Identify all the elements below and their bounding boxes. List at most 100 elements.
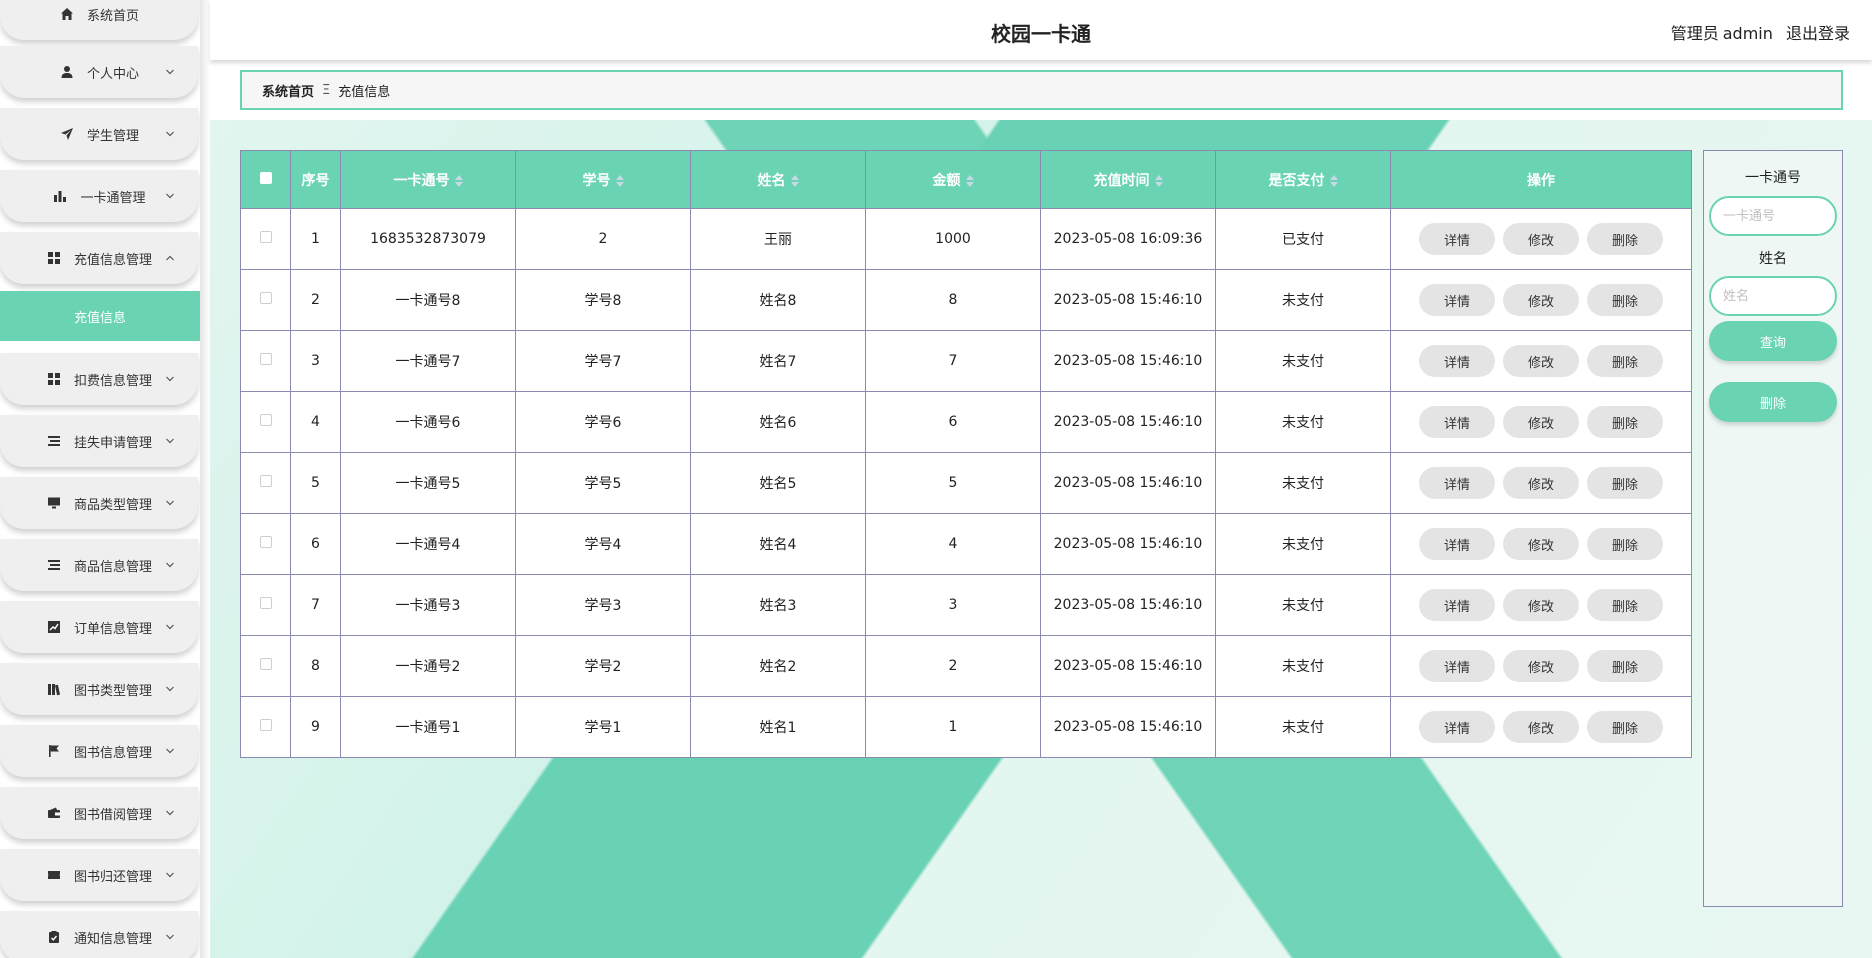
delete-button[interactable]: 删除 <box>1587 223 1663 255</box>
user-role: 管理员 <box>1670 24 1719 43</box>
edit-button[interactable]: 修改 <box>1503 223 1579 255</box>
row-select-cell[interactable] <box>240 574 291 636</box>
detail-button[interactable]: 详情 <box>1419 467 1495 499</box>
cell-name: 姓名1 <box>690 696 866 758</box>
row-checkbox[interactable] <box>259 658 272 670</box>
delete-button[interactable]: 删除 <box>1587 528 1663 560</box>
user-area: 管理员 admin 退出登录 <box>1663 20 1850 44</box>
header-amount[interactable]: 金额 <box>865 150 1041 209</box>
row-checkbox[interactable] <box>259 475 272 487</box>
sort-icon[interactable] <box>1154 174 1163 187</box>
sidebar-item-5[interactable]: 扣费信息管理 <box>0 353 198 405</box>
row-select-cell[interactable] <box>240 452 291 514</box>
cell-amount: 3 <box>865 574 1041 636</box>
delete-button[interactable]: 删除 <box>1587 711 1663 743</box>
edit-button[interactable]: 修改 <box>1503 345 1579 377</box>
sort-icon[interactable] <box>1329 174 1338 187</box>
sort-icon[interactable] <box>615 174 624 187</box>
edit-button[interactable]: 修改 <box>1503 406 1579 438</box>
sort-icon[interactable] <box>790 174 799 187</box>
sort-icon[interactable] <box>965 174 974 187</box>
header-recharge-time[interactable]: 充值时间 <box>1040 150 1216 209</box>
header-recharge-time-label: 充值时间 <box>1093 172 1150 189</box>
row-select-cell[interactable] <box>240 513 291 575</box>
row-checkbox[interactable] <box>259 292 272 304</box>
user-name: admin <box>1722 24 1773 43</box>
header-student-no[interactable]: 学号 <box>515 150 691 209</box>
sidebar-item-0[interactable]: 系统首页 <box>0 0 198 40</box>
sidebar-item-3[interactable]: 一卡通管理 <box>0 170 198 222</box>
send-icon <box>59 126 75 142</box>
row-select-cell[interactable] <box>240 391 291 453</box>
row-select-cell[interactable] <box>240 208 291 270</box>
sidebar-item-9[interactable]: 订单信息管理 <box>0 601 198 653</box>
breadcrumb-home[interactable]: 系统首页 <box>262 81 314 100</box>
header-name[interactable]: 姓名 <box>690 150 866 209</box>
sort-icon[interactable] <box>454 174 463 187</box>
delete-button[interactable]: 删除 <box>1587 284 1663 316</box>
table-row: 7 一卡通号3 学号3 姓名3 3 2023-05-08 15:46:10 未支付 详情 修改删… <box>240 574 1692 636</box>
sidebar-item-14[interactable]: 通知信息管理 <box>0 911 198 958</box>
sidebar-item-2[interactable]: 学生管理 <box>0 108 198 160</box>
sidebar-item-11[interactable]: 图书信息管理 <box>0 725 198 777</box>
row-checkbox[interactable] <box>259 536 272 548</box>
batch-delete-button[interactable]: 删除 <box>1709 382 1837 422</box>
table-row: 8 一卡通号2 学号2 姓名2 2 2023-05-08 15:46:10 未支付 详情 修改删… <box>240 635 1692 697</box>
sidebar-item-7[interactable]: 商品类型管理 <box>0 477 198 529</box>
cell-actions: 详情 修改 删除 <box>1390 513 1692 575</box>
row-select-cell[interactable] <box>240 330 291 392</box>
select-all-checkbox[interactable] <box>259 171 272 184</box>
delete-button[interactable]: 删除 <box>1587 345 1663 377</box>
edit-button[interactable]: 修改 <box>1503 589 1579 621</box>
query-button[interactable]: 查询 <box>1709 321 1837 361</box>
cell-index: 3 <box>290 330 341 392</box>
row-checkbox[interactable] <box>259 719 272 731</box>
sidebar-item-4[interactable]: 充值信息管理 <box>0 232 198 284</box>
sidebar-subitem-recharge-info[interactable]: 充值信息 <box>0 291 200 341</box>
sidebar-item-label: 通知信息管理 <box>73 931 152 947</box>
detail-button[interactable]: 详情 <box>1419 589 1495 621</box>
detail-button[interactable]: 详情 <box>1419 223 1495 255</box>
delete-button[interactable]: 删除 <box>1587 467 1663 499</box>
edit-button[interactable]: 修改 <box>1503 467 1579 499</box>
table-row: 5 一卡通号5 学号5 姓名5 5 2023-05-08 15:46:10 未支付 详情 修改删… <box>240 452 1692 514</box>
detail-button[interactable]: 详情 <box>1419 711 1495 743</box>
detail-button[interactable]: 详情 <box>1419 528 1495 560</box>
row-checkbox[interactable] <box>259 231 272 243</box>
detail-button[interactable]: 详情 <box>1419 650 1495 682</box>
cell-card-no: 1683532873079 <box>340 208 516 270</box>
grid-icon <box>46 250 62 266</box>
sidebar-item-12[interactable]: 图书借阅管理 <box>0 787 198 839</box>
delete-button[interactable]: 删除 <box>1587 406 1663 438</box>
cell-card-no: 一卡通号8 <box>340 269 516 331</box>
edit-button[interactable]: 修改 <box>1503 650 1579 682</box>
detail-button[interactable]: 详情 <box>1419 345 1495 377</box>
sidebar-item-6[interactable]: 挂失申请管理 <box>0 415 198 467</box>
header-actions: 操作 <box>1390 150 1692 209</box>
edit-button[interactable]: 修改 <box>1503 528 1579 560</box>
card-no-search-input[interactable] <box>1709 196 1837 236</box>
row-select-cell[interactable] <box>240 696 291 758</box>
delete-button[interactable]: 删除 <box>1587 589 1663 621</box>
sidebar-item-1[interactable]: 个人中心 <box>0 46 198 98</box>
edit-button[interactable]: 修改 <box>1503 711 1579 743</box>
row-checkbox[interactable] <box>259 414 272 426</box>
row-checkbox[interactable] <box>259 353 272 365</box>
select-all-header[interactable] <box>240 150 291 209</box>
header-paid[interactable]: 是否支付 <box>1215 150 1391 209</box>
cell-card-no: 一卡通号3 <box>340 574 516 636</box>
sidebar-item-8[interactable]: 商品信息管理 <box>0 539 198 591</box>
detail-button[interactable]: 详情 <box>1419 284 1495 316</box>
name-search-input[interactable] <box>1709 276 1837 316</box>
edit-button[interactable]: 修改 <box>1503 284 1579 316</box>
row-select-cell[interactable] <box>240 635 291 697</box>
detail-button[interactable]: 详情 <box>1419 406 1495 438</box>
row-checkbox[interactable] <box>259 597 272 609</box>
delete-button[interactable]: 删除 <box>1587 650 1663 682</box>
sidebar-item-13[interactable]: 图书归还管理 <box>0 849 198 901</box>
row-select-cell[interactable] <box>240 269 291 331</box>
logout-link[interactable]: 退出登录 <box>1786 24 1850 43</box>
header-card-no[interactable]: 一卡通号 <box>340 150 516 209</box>
sidebar-item-10[interactable]: 图书类型管理 <box>0 663 198 715</box>
chevron-down-icon <box>164 66 176 78</box>
